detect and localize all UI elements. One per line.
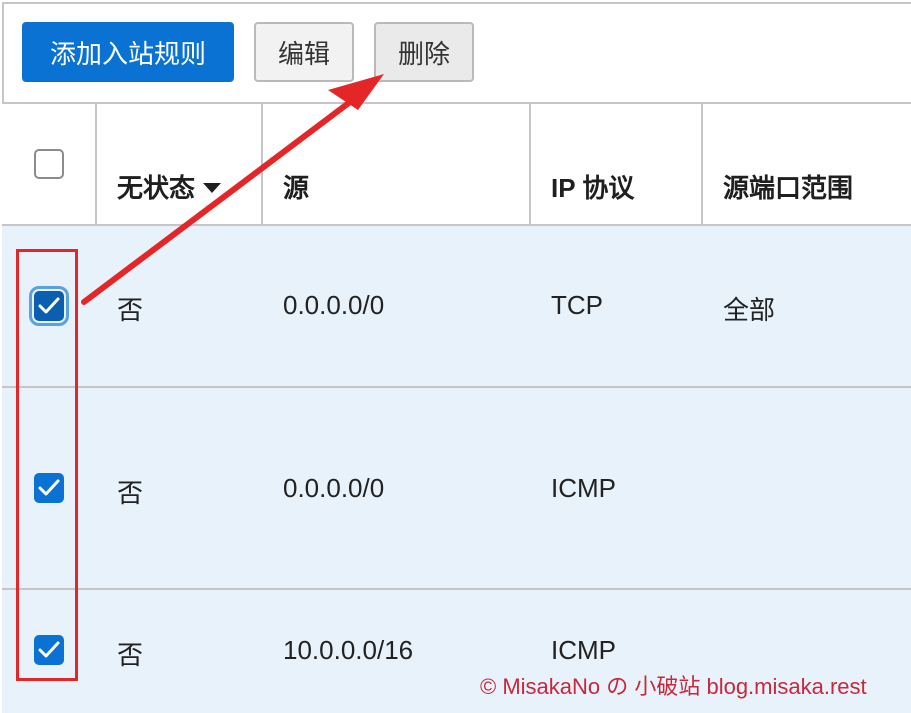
- red-arrow-annotation: [81, 74, 384, 305]
- watermark: © MisakaNo の 小破站 blog.misaka.rest: [480, 674, 867, 699]
